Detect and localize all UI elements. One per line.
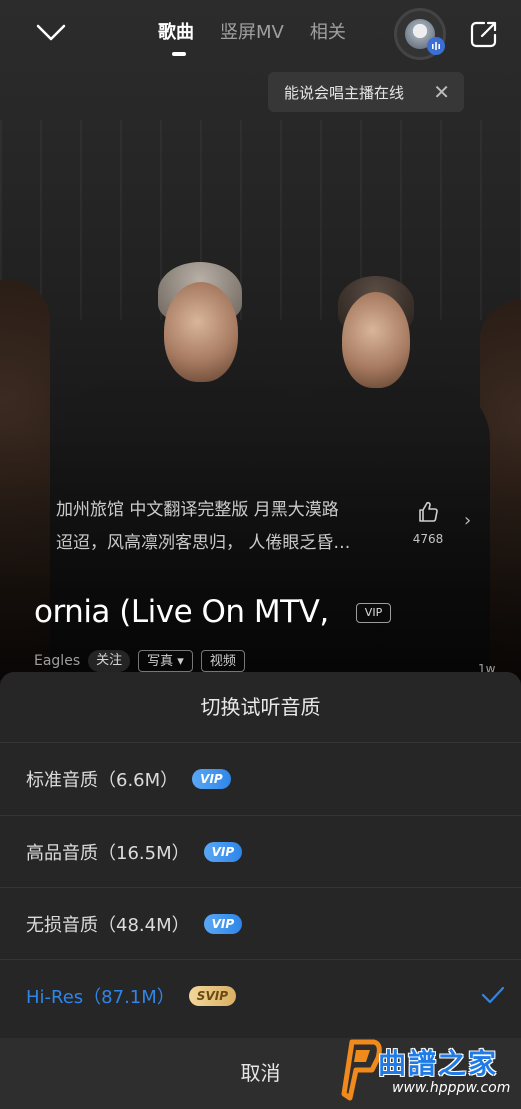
share-button[interactable] (468, 18, 500, 50)
lyrics-line: 加州旅馆 中文翻译完整版 月黑大漠路 (56, 500, 339, 520)
host-online-notice[interactable]: 能说会唱主播在线 ✕ (268, 72, 464, 112)
share-icon (470, 21, 497, 48)
lyrics-line: 迢迢，风高凛冽客思归， 人倦眼乏昏… (56, 533, 351, 553)
option-label: 高品音质（16.5M） (26, 843, 190, 864)
vip-badge: VIP (192, 769, 231, 789)
svip-badge: SVIP (188, 986, 236, 1006)
song-meta: Eagles 关注 写真 ▾ 视频 (34, 650, 245, 672)
artist-name[interactable]: Eagles (34, 653, 80, 669)
watermark-brand: 曲譜之家 (378, 1047, 499, 1080)
tab-bar: 歌曲 竖屏MV 相关 (158, 18, 346, 44)
quality-option-hires[interactable]: Hi-Res（87.1M） SVIP (26, 960, 506, 1032)
host-avatar-button[interactable] (394, 8, 446, 60)
watermark-logo-icon (341, 1039, 382, 1101)
vip-badge: VIP (203, 842, 243, 862)
option-label: 无损音质（48.4M） (26, 915, 190, 936)
notice-text: 能说会唱主播在线 (284, 83, 405, 102)
collapse-button[interactable] (34, 20, 68, 46)
quality-option-standard[interactable]: 标准音质（6.6M） VIP (26, 743, 506, 815)
follow-button[interactable]: 关注 (88, 650, 131, 672)
watermark: 曲譜之家 www.hpppw.com (330, 1028, 520, 1108)
close-icon[interactable]: ✕ (433, 80, 450, 104)
song-title: ornia (Live On MTV, (34, 594, 329, 630)
like-count: 4768 (412, 532, 444, 546)
photos-button[interactable]: 写真 ▾ (138, 650, 193, 672)
vip-badge: VIP (356, 603, 391, 623)
thumbs-up-icon (419, 501, 438, 522)
like-button[interactable]: 4768 (410, 500, 446, 546)
tab-vertical-mv[interactable]: 竖屏MV (220, 18, 284, 44)
video-button[interactable]: 视频 (200, 650, 245, 672)
active-tab-indicator (172, 52, 186, 56)
quality-option-lossless[interactable]: 无损音质（48.4M） VIP (26, 888, 506, 960)
tab-related[interactable]: 相关 (310, 18, 346, 44)
option-label: 标准音质（6.6M） (26, 770, 179, 791)
quality-option-high[interactable]: 高品音质（16.5M） VIP (26, 816, 506, 888)
live-audio-icon (427, 37, 445, 55)
chevron-down-icon (36, 24, 66, 41)
top-bar: 歌曲 竖屏MV 相关 (0, 0, 521, 70)
chevron-right-icon[interactable]: › (464, 510, 471, 531)
watermark-url: www.hpppw.com (392, 1080, 511, 1096)
vip-badge: VIP (203, 914, 243, 934)
tab-song[interactable]: 歌曲 (158, 18, 194, 44)
lyrics-preview[interactable]: 加州旅馆 中文翻译完整版 月黑大漠路 迢迢，风高凛冽客思归， 人倦眼乏昏… (56, 494, 396, 560)
sheet-title: 切换试听音质 (200, 695, 321, 719)
option-label: Hi-Res（87.1M） (26, 987, 175, 1008)
checkmark-icon (481, 986, 505, 1004)
